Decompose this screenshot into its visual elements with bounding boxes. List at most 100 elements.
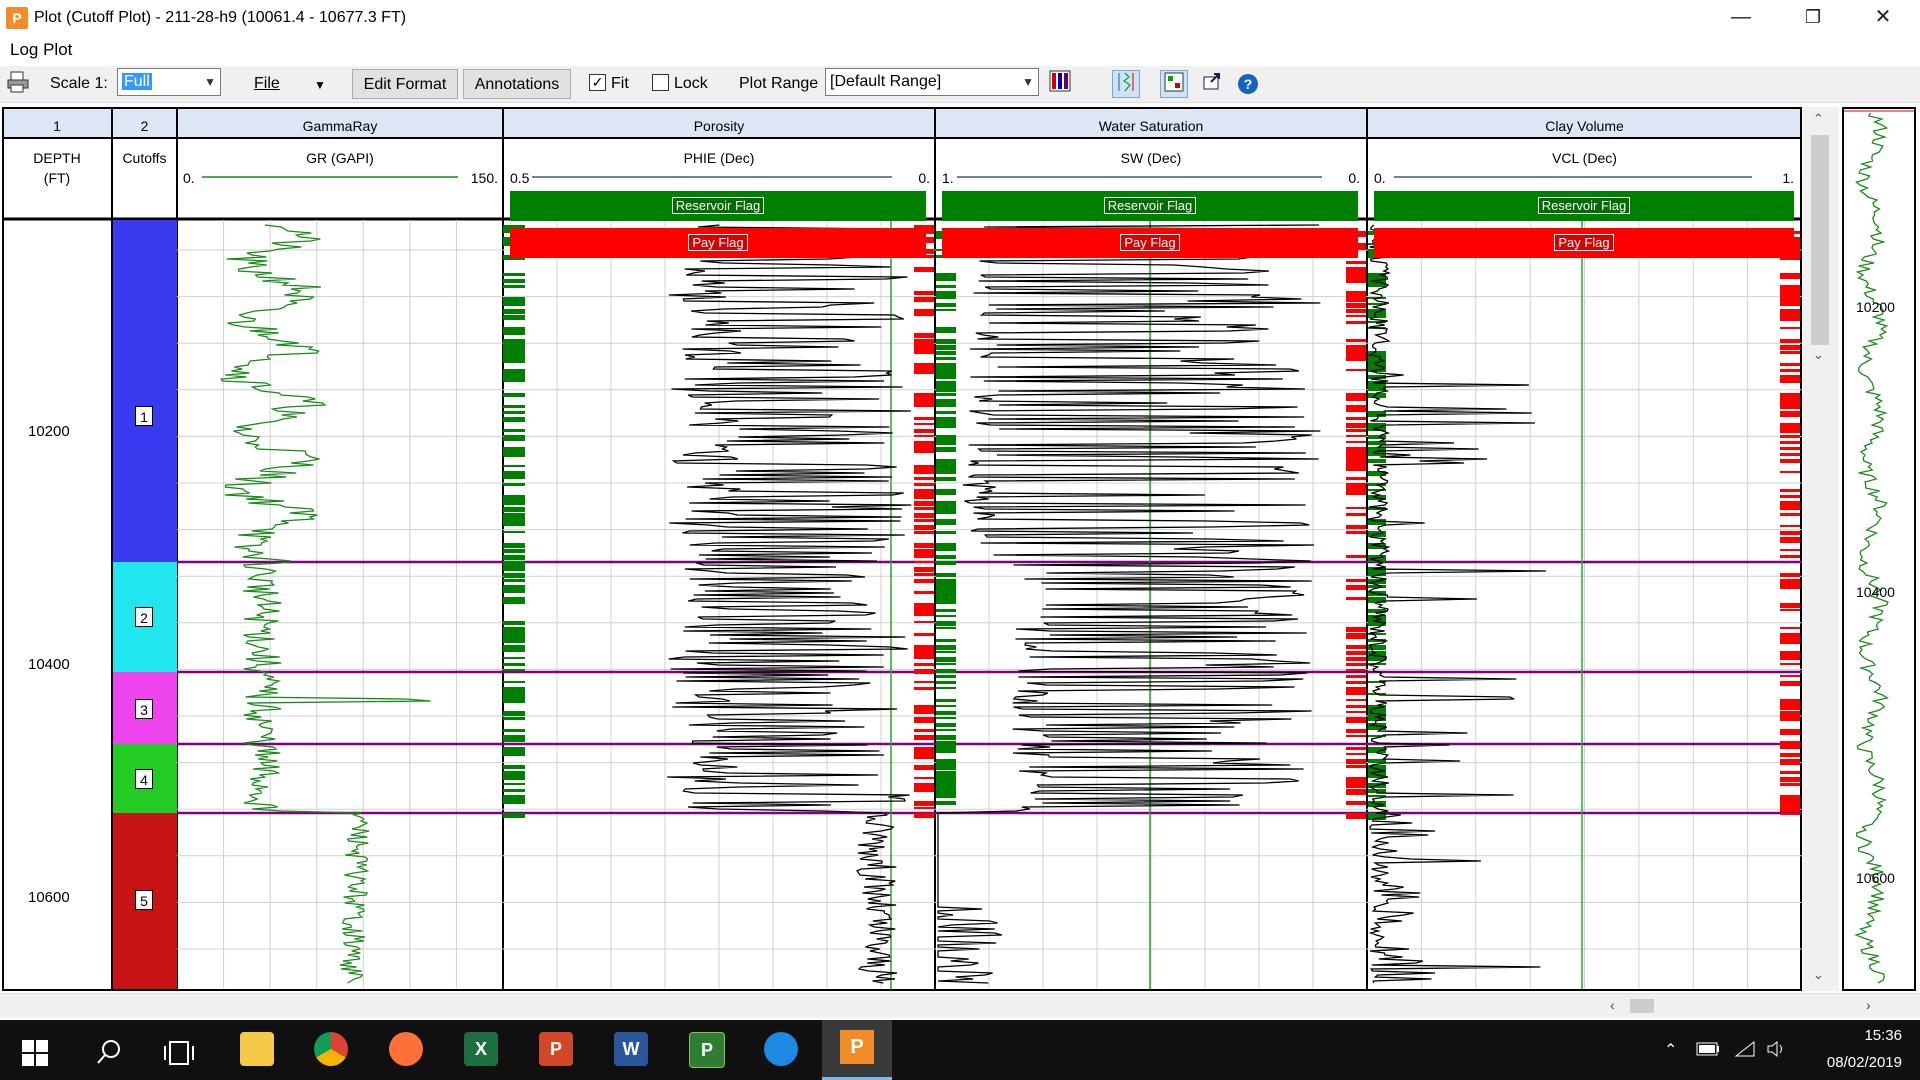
pay-flag-bar xyxy=(1346,753,1366,755)
pay-flag-bar xyxy=(914,609,934,616)
annotations-button[interactable]: Annotations xyxy=(463,69,571,99)
reservoir-flag-bar xyxy=(503,303,525,306)
fit-checkbox[interactable]: ✓ xyxy=(589,74,606,91)
pay-flag-bar xyxy=(1780,777,1800,782)
depth-label: 10200 xyxy=(28,423,70,440)
pay-flag-bar xyxy=(914,813,934,818)
pay-flag-bar xyxy=(1346,357,1366,361)
clay-volume-title[interactable]: Clay Volume xyxy=(1367,118,1802,134)
pay-flag-bar xyxy=(1780,783,1800,786)
reservoir-flag-bar xyxy=(936,591,956,597)
pay-flag-bar xyxy=(1780,297,1800,303)
minimize-button[interactable]: — xyxy=(1706,0,1776,36)
pay-flag-bar xyxy=(1780,747,1800,749)
scale-combo[interactable]: Full ▼ xyxy=(117,68,221,96)
reservoir-flag-bar xyxy=(936,357,956,360)
file-menu[interactable]: File xyxy=(254,75,280,93)
scroll-left-icon[interactable]: ‹ xyxy=(1610,997,1615,1013)
reservoir-flag-bar xyxy=(936,501,956,507)
word-icon[interactable]: W xyxy=(614,1032,648,1066)
pay-flag-bar xyxy=(914,633,934,636)
file-dropdown-icon[interactable]: ▼ xyxy=(314,78,326,92)
clock-date[interactable]: 08/02/2019 xyxy=(1812,1054,1902,1071)
scroll-right-icon[interactable]: › xyxy=(1866,997,1871,1013)
reservoir-flag-bar xyxy=(936,303,956,307)
restore-button[interactable]: ❐ xyxy=(1778,0,1848,36)
windows-start-icon[interactable] xyxy=(22,1040,48,1071)
reservoir-flag-bar xyxy=(503,669,525,671)
petrel-app-icon[interactable]: P xyxy=(689,1032,725,1068)
reservoir-flag-bar xyxy=(503,699,525,703)
export-icon[interactable] xyxy=(1198,70,1226,98)
battery-icon[interactable] xyxy=(1696,1042,1720,1061)
pay-flag-bar xyxy=(1346,321,1366,324)
reservoir-flag-bar xyxy=(503,543,525,548)
gr-max: 150. xyxy=(470,170,498,186)
overview-panel[interactable]: 10200 10400 10600 xyxy=(1842,107,1916,991)
volume-icon[interactable] xyxy=(1766,1040,1788,1063)
pay-flag-bar xyxy=(1346,489,1366,495)
pay-flag-bar xyxy=(1346,369,1366,371)
interactive-petrophysics-taskbar-item[interactable]: P xyxy=(822,1020,892,1080)
print-icon[interactable] xyxy=(4,70,32,98)
reservoir-flag-bar xyxy=(503,645,525,652)
pay-flag-bar xyxy=(1346,261,1366,264)
depth-unit: (FT) xyxy=(43,170,71,186)
reservoir-flag-bar xyxy=(503,429,525,432)
pay-flag-bar xyxy=(914,591,934,594)
pay-flag-bar xyxy=(914,651,934,658)
file-explorer-icon[interactable] xyxy=(240,1032,274,1066)
plot-vertical-scrollbar[interactable]: ⌃ ⌄ ⌄ xyxy=(1803,107,1839,991)
pay-flag-bar xyxy=(1346,693,1366,695)
horizontal-scrollbar[interactable]: ‹ › xyxy=(0,993,1920,1018)
chart-view-icon[interactable] xyxy=(1160,70,1188,98)
pay-flag-bar xyxy=(1346,555,1366,558)
chevron-up-icon[interactable]: ⌃ xyxy=(1664,1040,1677,1060)
pay-flag-bar xyxy=(1780,525,1800,527)
wifi-icon[interactable] xyxy=(1734,1040,1756,1063)
powerpoint-icon[interactable]: P xyxy=(539,1032,573,1066)
pay-flag-bar xyxy=(1780,663,1800,665)
pay-flag-bar xyxy=(1346,765,1366,768)
chrome-icon[interactable] xyxy=(314,1032,348,1066)
pay-flag-bar xyxy=(1780,315,1800,321)
pay-flag-bar xyxy=(914,705,934,712)
vcl-reservoir-flag: Reservoir Flag xyxy=(1374,191,1794,221)
scroll-down-icon[interactable]: ⌄ xyxy=(1813,967,1824,983)
pay-flag-bar xyxy=(914,603,934,610)
color-grid-icon[interactable] xyxy=(1046,70,1074,98)
cloud-app-icon[interactable] xyxy=(764,1032,798,1066)
clock-time[interactable]: 15:36 xyxy=(1832,1027,1902,1044)
scroll-up-icon[interactable]: ⌃ xyxy=(1813,111,1824,127)
pay-flag-bar xyxy=(1780,549,1800,551)
help-icon[interactable]: ? xyxy=(1234,70,1262,98)
firefox-icon[interactable] xyxy=(389,1032,423,1066)
reservoir-flag-bar xyxy=(936,435,956,441)
pay-flag-bar xyxy=(914,489,934,496)
excel-icon[interactable]: X xyxy=(464,1032,498,1066)
pay-flag-bar xyxy=(1780,531,1800,535)
close-button[interactable]: ✕ xyxy=(1848,0,1918,36)
pay-flag-bar xyxy=(914,507,934,510)
porosity-title[interactable]: Porosity xyxy=(503,118,935,134)
scrollbar-thumb[interactable] xyxy=(1630,999,1654,1013)
scroll-down-icon[interactable]: ⌄ xyxy=(1813,347,1824,363)
pay-flag-bar xyxy=(1346,663,1366,666)
tracks-icon[interactable] xyxy=(1112,70,1140,98)
water-saturation-title[interactable]: Water Saturation xyxy=(935,118,1367,134)
pay-flag-bar xyxy=(914,753,934,759)
search-icon[interactable] xyxy=(96,1038,124,1071)
gammaray-title[interactable]: GammaRay xyxy=(177,118,503,134)
pay-flag-bar xyxy=(1346,267,1366,274)
pay-flag-bar xyxy=(914,477,934,480)
plot-range-combo[interactable]: [Default Range] ▼ xyxy=(825,68,1039,96)
gr-curve-name: GR (GAPI) xyxy=(306,150,374,166)
reservoir-flag-bar xyxy=(503,783,525,785)
pay-flag-bar xyxy=(1346,435,1366,437)
reservoir-flag-bar xyxy=(1368,315,1386,318)
edit-format-button[interactable]: Edit Format xyxy=(352,69,458,99)
pay-flag-bar xyxy=(1780,741,1800,748)
reservoir-flag-bar xyxy=(936,609,956,612)
task-view-icon[interactable] xyxy=(162,1040,196,1071)
lock-checkbox[interactable] xyxy=(652,74,669,91)
